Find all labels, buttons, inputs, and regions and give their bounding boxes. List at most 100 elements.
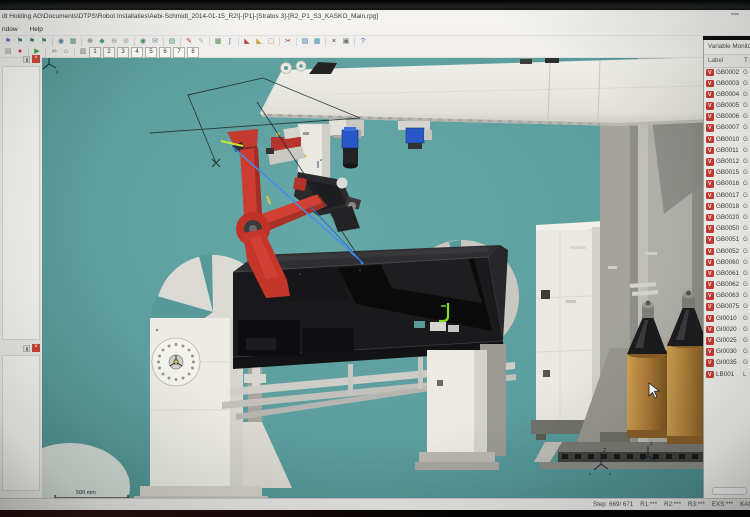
left-panel-2-controls: × [23,344,40,352]
window-titlebar[interactable]: dt Holding AG\Documents\DTPS\Robot Insta… [0,10,750,24]
chart-icon[interactable]: ▦ [311,37,323,47]
variable-monitor-panel[interactable]: Variable Monitor Label T VGB0002GVGB0003… [703,40,750,498]
variable-row-LB001[interactable]: VLB001L [704,369,750,380]
3d-scene-canvas[interactable]: z x y Z x y Z z 500 mm [42,58,704,498]
variable-row-GB0007[interactable]: VGB0007G [704,123,750,134]
pin-icon[interactable] [23,56,30,63]
cut-icon[interactable]: ✂ [282,37,294,47]
variable-type: G [743,270,748,277]
variable-row-GI0010[interactable]: VGI0010G [704,313,750,324]
ruler-yellow-icon[interactable]: ◣ [253,37,265,47]
variable-row-GI0035[interactable]: VGI0035G [704,358,750,369]
variable-row-GB0062[interactable]: VGB0062G [704,280,750,291]
table-icon[interactable]: ▤ [299,37,311,47]
minimize-icon[interactable] [731,13,739,15]
view-button-4[interactable]: 4 [131,47,143,58]
flag-teal2-icon[interactable]: ⚑ [26,37,38,47]
variable-row-GI0025[interactable]: VGI0025G [704,336,750,347]
tool-x-icon[interactable]: × [328,37,340,47]
variable-row-GB0018[interactable]: VGB0018G [704,201,750,212]
panel-resize-handle[interactable] [712,487,747,495]
globe-add-icon[interactable]: ◉ [137,37,149,47]
status-segment-1: R1:*** [640,501,657,508]
edit-icon[interactable]: ✎ [183,37,195,47]
variable-row-GB0052[interactable]: VGB0052G [704,246,750,257]
variable-row-GB0075[interactable]: VGB0075G [704,302,750,313]
flag-purple-icon[interactable]: ⚑ [2,37,14,47]
view-button-1[interactable]: 1 [89,47,101,58]
view-button-5[interactable]: 5 [145,47,157,58]
variable-label: GB0007 [716,124,739,131]
link-icon[interactable]: ∞ [48,47,60,57]
spline-icon[interactable]: ∫ [224,37,236,47]
menu-item-help[interactable]: Help [30,26,43,33]
toolbar-separator [180,37,181,46]
clipboard-icon[interactable]: ▤ [166,37,178,47]
grid-view-icon[interactable]: ▦ [67,37,79,47]
view-button-6[interactable]: 6 [159,47,171,58]
variable-row-GB0003[interactable]: VGB0003G [704,78,750,89]
variable-type: G [743,303,748,310]
flag-teal3-icon[interactable]: ⚑ [38,37,50,47]
positioner-pedestal-right[interactable] [415,344,506,470]
variable-row-GB0020[interactable]: VGB0020G [704,212,750,223]
close-icon[interactable]: × [32,344,40,352]
variable-type: G [743,259,748,266]
toolbar-separator [354,37,355,46]
crosshair-icon[interactable]: ⊕ [84,37,96,47]
variable-row-GB0012[interactable]: VGB0012G [704,157,750,168]
pin-icon[interactable] [23,345,30,352]
mail-icon[interactable]: ✉ [149,37,161,47]
variable-row-GB0011[interactable]: VGB0011G [704,145,750,156]
variable-row-GB0017[interactable]: VGB0017G [704,190,750,201]
variable-row-GB0010[interactable]: VGB0010G [704,134,750,145]
close-icon[interactable]: × [32,55,40,63]
variable-row-GB0050[interactable]: VGB0050G [704,224,750,235]
variable-icon: V [706,315,714,323]
menu-item-ndow[interactable]: ndow [2,26,18,33]
left-dock: × × ^ [0,58,42,498]
sheet-icon[interactable]: ▢ [265,37,277,47]
variable-label: GB0017 [716,192,739,199]
variable-type: G [743,91,748,98]
column-type[interactable]: T [744,57,748,64]
variable-row-GI0030[interactable]: VGI0030G [704,347,750,358]
column-label[interactable]: Label [708,57,723,64]
zoom-disabled-icon[interactable]: ⊘ [120,37,132,47]
variable-icon: V [706,359,714,367]
variable-row-GB0005[interactable]: VGB0005G [704,101,750,112]
view-button-3[interactable]: 3 [117,47,129,58]
variable-row-GB0051[interactable]: VGB0051G [704,235,750,246]
toolbar-separator [45,48,46,57]
variable-row-GB0006[interactable]: VGB0006G [704,112,750,123]
view-button-7[interactable]: 7 [173,47,185,58]
left-panel-1[interactable] [2,66,40,340]
variable-type: G [743,248,748,255]
flag-teal-icon[interactable]: ⚑ [14,37,26,47]
variable-row-GI0020[interactable]: VGI0020G [704,324,750,335]
variable-row-GB0060[interactable]: VGB0060G [704,257,750,268]
left-panel-2[interactable] [2,355,40,491]
view-button-2[interactable]: 2 [103,47,115,58]
home-icon[interactable]: ⌂ [60,47,72,57]
variable-row-GB0016[interactable]: VGB0016G [704,179,750,190]
box-icon[interactable]: ▣ [340,37,352,47]
ruler-icon[interactable]: ◣ [241,37,253,47]
zoom-out-icon[interactable]: ⊖ [108,37,120,47]
3d-viewport[interactable]: z x y Z x y Z z 500 mm [42,58,704,498]
help-icon[interactable]: ? [357,37,369,47]
variable-row-GB0002[interactable]: VGB0002G [704,67,750,78]
variable-row-GB0063[interactable]: VGB0063G [704,291,750,302]
edit-disabled-icon[interactable]: ✎ [195,37,207,47]
globe-icon[interactable]: ◉ [55,37,67,47]
variable-label: GB0060 [716,259,739,266]
variable-row-GB0015[interactable]: VGB0015G [704,168,750,179]
pan-icon[interactable]: ◆ [96,37,108,47]
list-icon[interactable]: ▥ [77,47,89,57]
variable-row-GB0061[interactable]: VGB0061G [704,268,750,279]
variable-row-GB0004[interactable]: VGB0004G [704,89,750,100]
gantry-beam[interactable] [260,58,704,126]
doc-icon[interactable]: ▤ [2,47,14,57]
view-button-8[interactable]: 8 [187,47,199,58]
copy-sheet-icon[interactable]: ▦ [212,37,224,47]
